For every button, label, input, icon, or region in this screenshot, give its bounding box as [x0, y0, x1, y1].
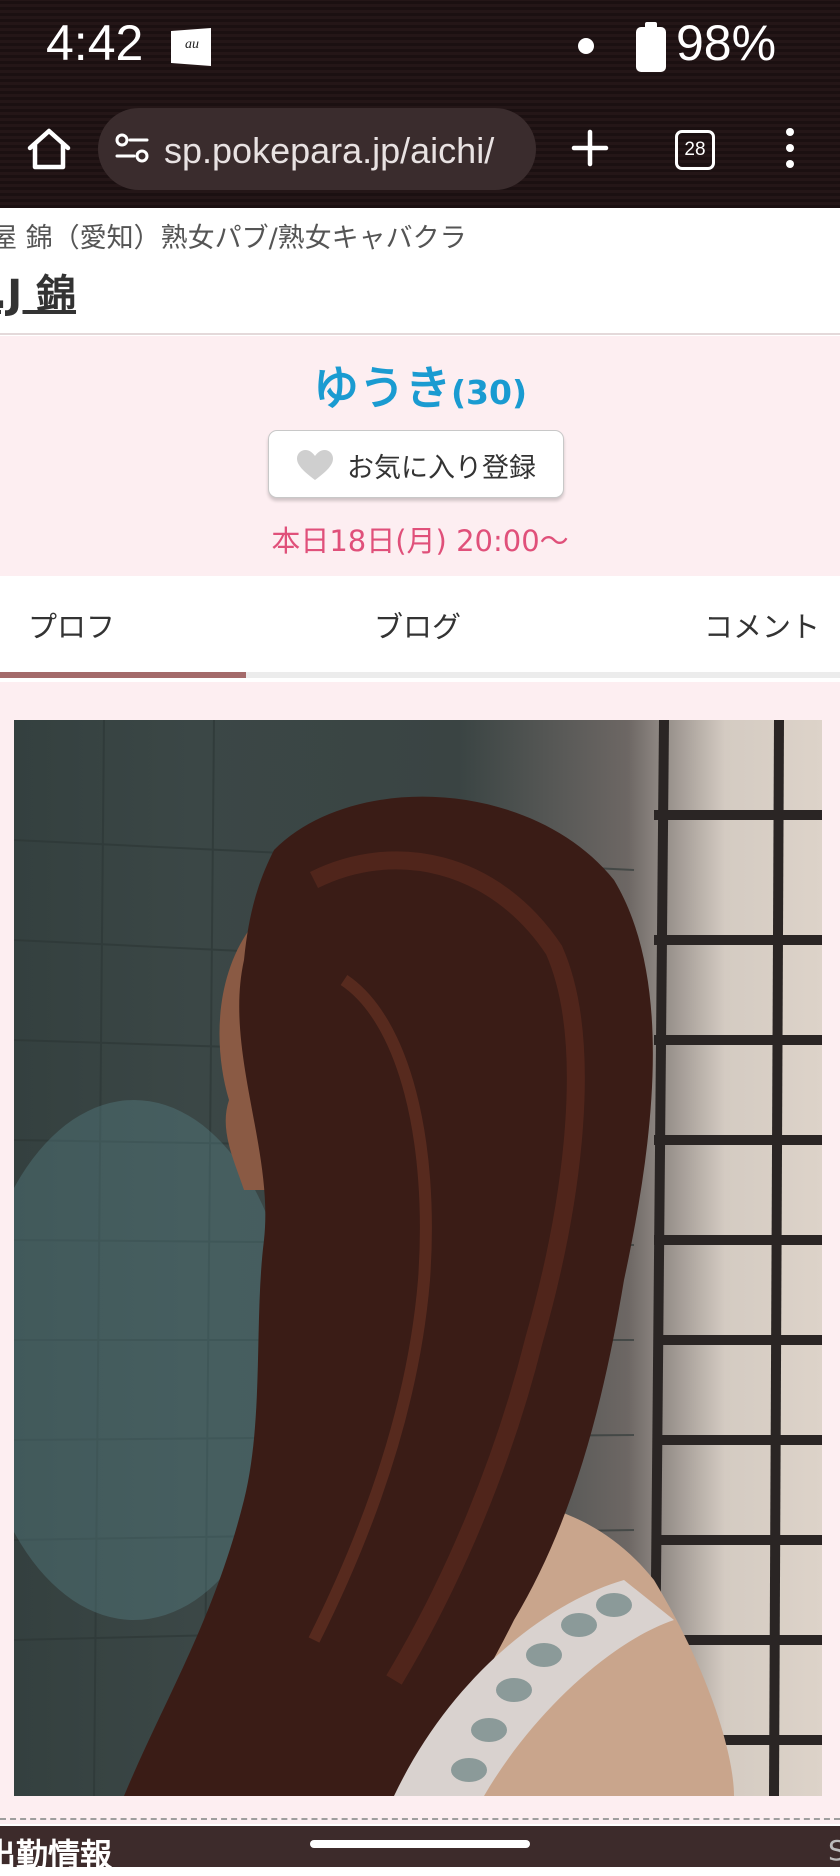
attendance-section-title: 出勤情報	[0, 1836, 113, 1874]
notification-dot-icon	[578, 38, 594, 54]
cast-age: (30)	[450, 373, 528, 412]
carrier-badge-text: au	[185, 37, 199, 52]
profile-photo-illustration	[14, 720, 822, 1796]
cast-name: ゆうき	[312, 361, 451, 415]
url-text[interactable]: sp.pokepara.jp/aichi/	[164, 130, 494, 172]
status-time: 4:42	[46, 15, 144, 71]
section-divider	[0, 1818, 840, 1820]
photo-section	[0, 682, 840, 1824]
profile-photo[interactable]	[14, 720, 822, 1796]
profile-tabs: プロフ ブログ コメント	[0, 576, 840, 680]
profile-header: ゆうき(30) お気に入り登録 本日18日(月) 20:00〜	[0, 336, 840, 576]
section-header-right-text: S	[828, 1834, 840, 1867]
address-bar[interactable]: sp.pokepara.jp/aichi/	[98, 108, 536, 190]
gesture-navigation-bar[interactable]	[310, 1840, 530, 1848]
active-tab-indicator	[0, 672, 246, 678]
browser-chrome: 4:42 au 98% sp.pokepara.jp/aichi/ 28	[0, 0, 840, 208]
shop-category-breadcrumb: 屋 錦（愛知）熟女パブ/熟女キャバクラ	[0, 223, 467, 254]
cast-name-heading: ゆうき(30)	[0, 352, 840, 418]
add-favorite-button[interactable]: お気に入り登録	[268, 430, 564, 498]
site-settings-icon[interactable]	[114, 130, 150, 166]
battery-percentage: 98%	[676, 15, 777, 71]
battery-icon	[636, 22, 666, 72]
tab-blog[interactable]: ブログ	[374, 604, 461, 646]
heart-icon	[297, 450, 333, 480]
today-schedule: 本日18日(月) 20:00〜	[271, 524, 569, 558]
tab-comment[interactable]: コメント	[704, 604, 820, 646]
divider	[0, 333, 840, 335]
add-favorite-label: お気に入り登録	[347, 453, 536, 484]
home-icon[interactable]	[24, 124, 74, 174]
new-tab-plus-icon[interactable]	[570, 128, 610, 168]
carrier-au-icon: au	[171, 28, 211, 66]
tab-switcher-icon[interactable]: 28	[675, 130, 715, 170]
tab-profile[interactable]: プロフ	[28, 604, 115, 646]
more-vert-icon[interactable]	[780, 128, 800, 172]
shop-name-link[interactable]: .J 錦	[0, 262, 76, 320]
